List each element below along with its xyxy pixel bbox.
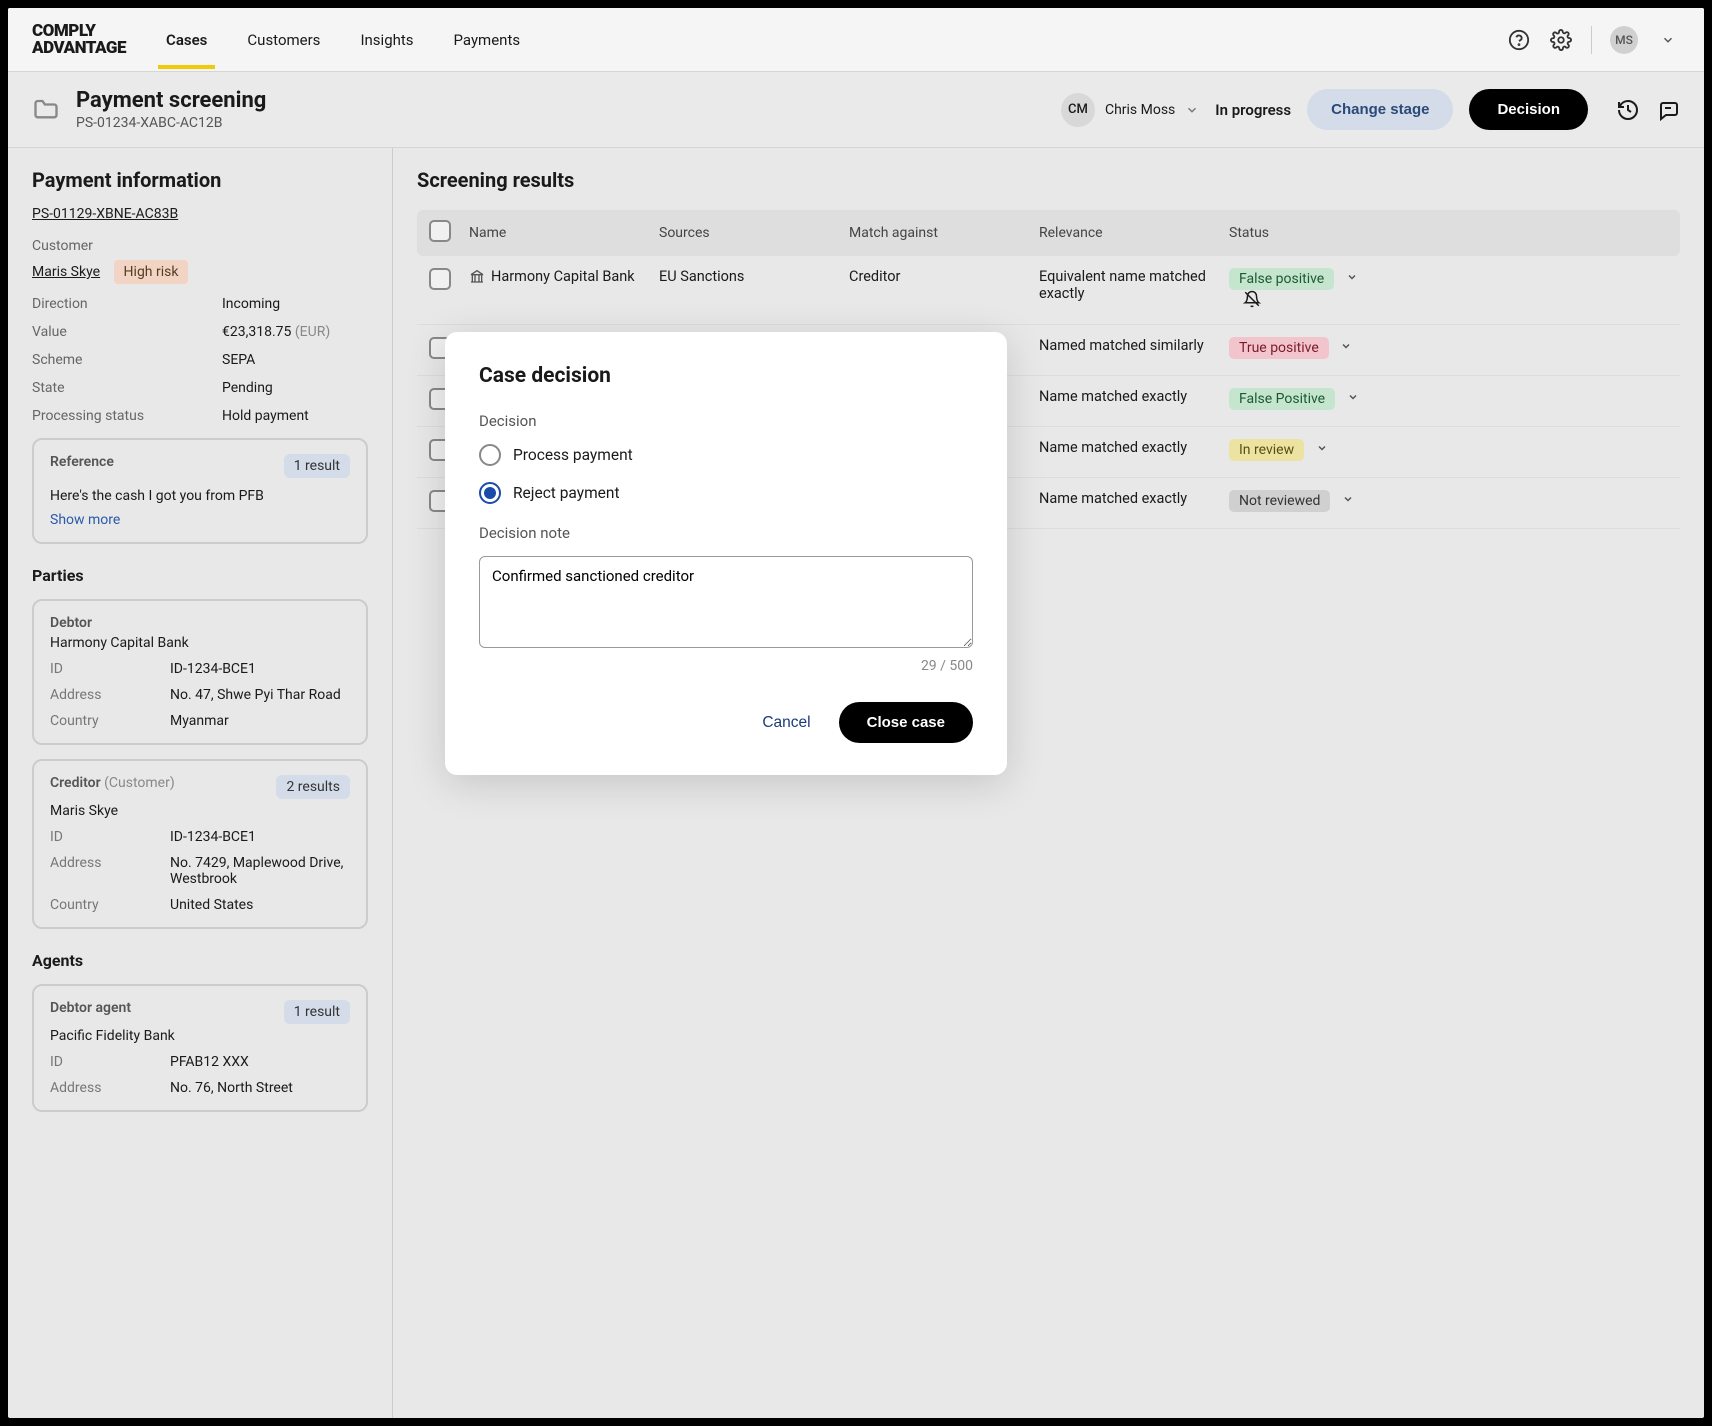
chevron-down-icon[interactable] — [1346, 273, 1358, 286]
chevron-down-icon — [1185, 103, 1199, 117]
row-status: False Positive — [1229, 388, 1389, 410]
select-all-checkbox[interactable] — [429, 220, 451, 242]
radio-process-payment[interactable]: Process payment — [479, 444, 973, 466]
tab-insights[interactable]: Insights — [360, 11, 413, 69]
tab-payments[interactable]: Payments — [454, 11, 521, 69]
folder-icon — [32, 96, 60, 124]
status-badge: False Positive — [1229, 388, 1335, 410]
decision-button[interactable]: Decision — [1469, 89, 1588, 130]
result-count-badge: 2 results — [276, 775, 350, 799]
radio-icon — [479, 482, 501, 504]
change-stage-button[interactable]: Change stage — [1307, 89, 1453, 130]
status-badge: False positive — [1229, 268, 1334, 290]
show-more-link[interactable]: Show more — [50, 512, 120, 528]
row-status: In review — [1229, 439, 1389, 461]
status-badge: Not reviewed — [1229, 490, 1330, 512]
assignee-selector[interactable]: CM Chris Moss — [1061, 93, 1199, 127]
case-id: PS-01234-XABC-AC12B — [76, 115, 266, 131]
assignee-avatar: CM — [1061, 93, 1095, 127]
comment-icon[interactable] — [1656, 98, 1680, 122]
row-status: False positive — [1229, 268, 1389, 312]
decision-label: Decision — [479, 412, 973, 430]
user-avatar[interactable]: MS — [1610, 26, 1638, 54]
debtor-agent-card: Debtor agent 1 result Pacific Fidelity B… — [32, 984, 368, 1112]
reference-card: Reference 1 result Here's the cash I got… — [32, 438, 368, 544]
payment-ref-link[interactable]: PS-01129-XBNE-AC83B — [32, 206, 178, 222]
debtor-card: Debtor Harmony Capital Bank IDID-1234-BC… — [32, 599, 368, 745]
divider — [1591, 26, 1592, 54]
chevron-down-icon[interactable] — [1656, 28, 1680, 52]
chevron-down-icon[interactable] — [1340, 342, 1352, 355]
logo: COMPLY ADVANTAGE — [32, 23, 126, 55]
agents-heading: Agents — [32, 951, 368, 970]
row-status: Not reviewed — [1229, 490, 1389, 512]
sidebar-title: Payment information — [32, 168, 368, 192]
row-relevance: Name matched exactly — [1039, 439, 1229, 456]
history-icon[interactable] — [1616, 98, 1640, 122]
creditor-card: Creditor (Customer) 2 results Maris Skye… — [32, 759, 368, 929]
customer-label: Customer — [32, 238, 368, 254]
close-case-button[interactable]: Close case — [839, 702, 973, 743]
table-row: Harmony Capital Bank EU Sanctions Credit… — [417, 256, 1680, 325]
radio-icon — [479, 444, 501, 466]
chevron-down-icon[interactable] — [1342, 495, 1354, 508]
case-decision-modal: Case decision Decision Process payment R… — [445, 332, 1007, 775]
row-relevance: Name matched exactly — [1039, 388, 1229, 405]
row-checkbox[interactable] — [429, 268, 451, 290]
result-count-badge: 1 result — [284, 454, 350, 478]
case-status: In progress — [1215, 101, 1291, 119]
status-badge: True positive — [1229, 337, 1329, 359]
row-status: True positive — [1229, 337, 1389, 359]
chevron-down-icon[interactable] — [1316, 444, 1328, 457]
tab-customers[interactable]: Customers — [247, 11, 320, 69]
cancel-button[interactable]: Cancel — [762, 714, 810, 732]
settings-icon[interactable] — [1549, 28, 1573, 52]
row-name: Harmony Capital Bank — [469, 268, 659, 288]
row-relevance: Equivalent name matched exactly — [1039, 268, 1229, 302]
page-title: Payment screening — [76, 88, 266, 113]
status-badge: In review — [1229, 439, 1304, 461]
modal-title: Case decision — [479, 364, 973, 388]
table-header: Name Sources Match against Relevance Sta… — [417, 210, 1680, 256]
results-title: Screening results — [417, 168, 1680, 192]
customer-link[interactable]: Maris Skye — [32, 264, 100, 280]
sidebar: Payment information PS-01129-XBNE-AC83B … — [8, 148, 393, 1418]
bank-icon — [469, 268, 485, 288]
row-sources: EU Sanctions — [659, 268, 849, 285]
top-nav: COMPLY ADVANTAGE Cases Customers Insight… — [8, 8, 1704, 72]
char-count: 29 / 500 — [479, 658, 973, 674]
row-match: Creditor — [849, 268, 1039, 285]
decision-note-input[interactable] — [479, 556, 973, 648]
risk-badge: High risk — [114, 260, 189, 284]
nav-tabs: Cases Customers Insights Payments — [166, 11, 1507, 69]
main-content: Screening results Name Sources Match aga… — [393, 148, 1704, 1418]
parties-heading: Parties — [32, 566, 368, 585]
tab-cases[interactable]: Cases — [166, 11, 207, 69]
row-relevance: Name matched exactly — [1039, 490, 1229, 507]
page-header: Payment screening PS-01234-XABC-AC12B CM… — [8, 72, 1704, 148]
row-relevance: Named matched similarly — [1039, 337, 1229, 354]
note-label: Decision note — [479, 524, 973, 542]
help-icon[interactable] — [1507, 28, 1531, 52]
chevron-down-icon[interactable] — [1347, 393, 1359, 406]
result-count-badge: 1 result — [284, 1000, 350, 1024]
radio-reject-payment[interactable]: Reject payment — [479, 482, 973, 504]
bell-off-icon[interactable] — [1243, 295, 1261, 312]
assignee-name: Chris Moss — [1105, 102, 1175, 118]
